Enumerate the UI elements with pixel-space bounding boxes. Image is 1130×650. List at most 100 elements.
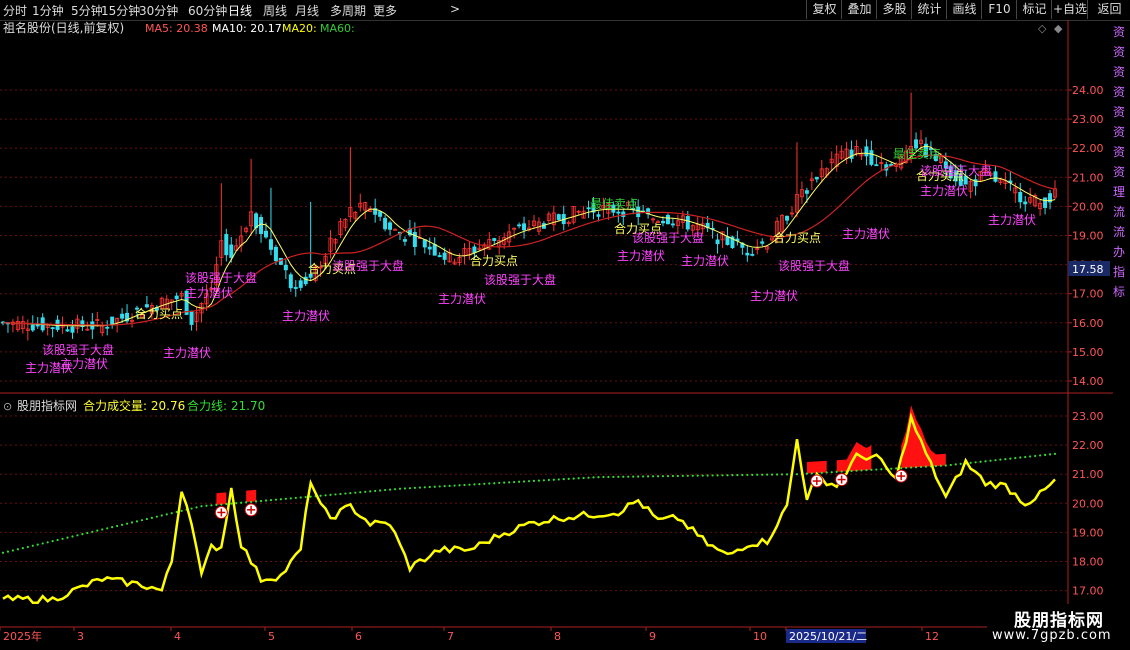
heli-line-dot	[944, 464, 947, 467]
heli-line-dot	[66, 536, 69, 539]
heli-line-dot	[835, 470, 838, 473]
candlestick-series	[0, 92, 1058, 341]
heli-line-dot	[939, 464, 942, 467]
period-tab-0[interactable]: 分时	[3, 2, 27, 19]
heli-line-dot	[1039, 454, 1042, 457]
heli-line-dot	[438, 485, 441, 488]
heli-line-dot	[954, 463, 957, 466]
toolbar-button-1[interactable]: 叠加	[841, 0, 877, 19]
period-tab-9[interactable]: 多周期	[330, 2, 366, 19]
toolbar-button-2[interactable]: 多股	[876, 0, 912, 19]
signal-label: 主力潜伏	[60, 357, 108, 371]
heli-line-dot	[716, 474, 719, 477]
period-tab-8[interactable]: 月线	[295, 2, 319, 19]
signal-label: 主力潜伏	[920, 184, 968, 198]
heli-line-dot	[741, 473, 744, 477]
heli-line-dot	[1004, 458, 1007, 461]
heli-line-dot	[334, 493, 337, 496]
signal-label: 主力潜伏	[163, 346, 211, 360]
heli-line-dot	[994, 459, 997, 462]
heli-line-dot	[71, 535, 74, 538]
candle-body	[437, 255, 442, 258]
heli-line-dot	[383, 488, 387, 492]
candle-body	[268, 239, 273, 250]
signal-fill	[806, 460, 827, 474]
heli-line-dot	[81, 533, 84, 536]
candle-body	[750, 253, 755, 256]
heli-line-dot	[900, 466, 903, 470]
heli-line-dot	[870, 468, 873, 471]
heli-line-dot	[26, 545, 29, 549]
heli-line-dot	[413, 486, 416, 489]
heli-line-dot	[875, 468, 878, 471]
heli-line-dot	[587, 476, 590, 479]
heli-line-dot	[289, 497, 292, 500]
heli-line-dot	[106, 527, 109, 530]
collapse-icon[interactable]: ⊙	[3, 400, 12, 413]
more-arrow-icon[interactable]: >	[450, 2, 460, 16]
candle-body	[120, 313, 125, 319]
heli-line-dot	[711, 474, 714, 477]
main-y-tick: 16.00	[1072, 317, 1104, 330]
signal-label: 该股强于大盘	[632, 230, 704, 245]
heli-line-dot	[726, 474, 729, 477]
x-tick-label: 10	[753, 630, 767, 643]
chart-area[interactable]: 24.00 23.00 22.00 21.00 20.00 19.00 18.00 17.00…	[0, 20, 1130, 650]
candle-body	[174, 295, 179, 300]
candle-body	[864, 146, 869, 157]
heli-line-dot	[617, 475, 620, 478]
diamond-icon[interactable]: ◇	[1038, 22, 1047, 35]
heli-line-dot	[61, 537, 64, 540]
candle-body	[596, 214, 601, 217]
heli-line-dot	[860, 469, 863, 472]
right-info-strip[interactable]: 资资资资资资资资理流流办指标	[1113, 22, 1130, 302]
heli-line-dot	[969, 461, 972, 464]
x-tick-label: 7	[447, 630, 454, 643]
heli-line-dot	[776, 473, 779, 476]
heli-line-dot	[1009, 457, 1012, 460]
diamond-filled-icon[interactable]: ◆	[1054, 22, 1063, 35]
candle-body	[432, 244, 437, 256]
heli-line-dot	[393, 488, 397, 491]
candle-body	[298, 280, 303, 288]
toolbar-button-6[interactable]: 标记	[1016, 0, 1052, 19]
heli-line-dot	[264, 499, 268, 502]
candle-body	[1043, 197, 1048, 208]
heli-line-dot	[86, 531, 89, 535]
heli-line-dot	[374, 489, 377, 493]
heli-line-dot	[225, 502, 228, 506]
signal-label: 主力潜伏	[185, 286, 233, 300]
heli-line-dot	[905, 466, 908, 469]
x-tick-label: 3	[77, 630, 84, 643]
toolbar-button-0[interactable]: 复权	[806, 0, 842, 19]
toolbar-button-5[interactable]: F10	[981, 0, 1017, 19]
heli-line-dot	[1019, 456, 1022, 459]
heli-line-dot	[21, 547, 24, 550]
toolbar-button-3[interactable]: 统计	[911, 0, 947, 19]
heli-line-dot	[403, 487, 407, 490]
period-tab-10[interactable]: 更多	[373, 2, 397, 19]
toolbar-button-8[interactable]: 返回	[1087, 0, 1130, 19]
heli-line-dot	[999, 458, 1002, 461]
heli-line-dot	[736, 473, 739, 477]
candle-body	[293, 287, 298, 289]
sub-grid: 23.00 22.00 21.00 20.00 19.00 18.00 17.00	[0, 410, 1104, 598]
toolbar-button-4[interactable]: 画线	[946, 0, 982, 19]
period-tab-1[interactable]: 1分钟	[32, 2, 64, 19]
main-y-tick: 24.00	[1072, 84, 1104, 97]
candle-body	[229, 244, 234, 258]
heli-line-dot	[379, 489, 382, 492]
period-tab-4[interactable]: 30分钟	[139, 2, 178, 19]
signal-label: 主力潜伏	[750, 289, 798, 303]
heli-line-dot	[508, 481, 511, 484]
period-tab-2[interactable]: 5分钟	[71, 2, 103, 19]
period-tab-3[interactable]: 15分钟	[101, 2, 140, 19]
toolbar-button-7[interactable]: +自选	[1051, 0, 1088, 19]
period-tab-7[interactable]: 周线	[263, 2, 287, 19]
heli-line-dot	[125, 522, 129, 525]
heli-line-dot	[369, 490, 372, 493]
heli-line-dot	[388, 488, 392, 491]
candle-body	[105, 326, 110, 329]
period-tab-5[interactable]: 60分钟	[188, 2, 227, 19]
period-tab-6[interactable]: 日线	[228, 2, 252, 19]
